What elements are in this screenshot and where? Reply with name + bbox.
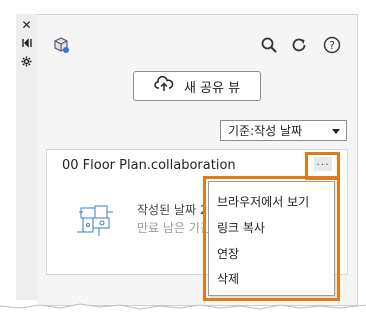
floor-plan-thumbnail [75, 202, 115, 240]
expiry-remaining: 만료 남은 기긴 [137, 221, 211, 235]
search-icon[interactable] [259, 35, 279, 55]
svg-text:?: ? [329, 39, 335, 52]
cube-share-icon [51, 35, 71, 55]
chevron-down-icon [332, 124, 340, 138]
refresh-icon[interactable] [289, 35, 309, 55]
context-menu-highlight [203, 176, 340, 301]
sort-selected-value: 기준:작성 날짜 [228, 124, 303, 138]
palette-title-bar: ✕ [16, 14, 38, 300]
created-date: 작성된 날짜 2 [137, 203, 208, 217]
new-shared-view-button[interactable]: 새 공유 뷰 [133, 71, 261, 101]
sort-dropdown[interactable]: 기준:작성 날짜 [220, 120, 347, 141]
torn-edge [0, 303, 366, 326]
close-icon[interactable]: ✕ [16, 16, 37, 34]
settings-icon[interactable] [16, 52, 37, 70]
new-shared-view-label: 새 공유 뷰 [183, 80, 241, 96]
collapse-icon[interactable] [16, 34, 37, 52]
shared-view-title: 00 Floor Plan.collaboration [62, 158, 236, 173]
cloud-upload-icon [154, 75, 174, 96]
help-icon[interactable]: ? [321, 34, 343, 56]
